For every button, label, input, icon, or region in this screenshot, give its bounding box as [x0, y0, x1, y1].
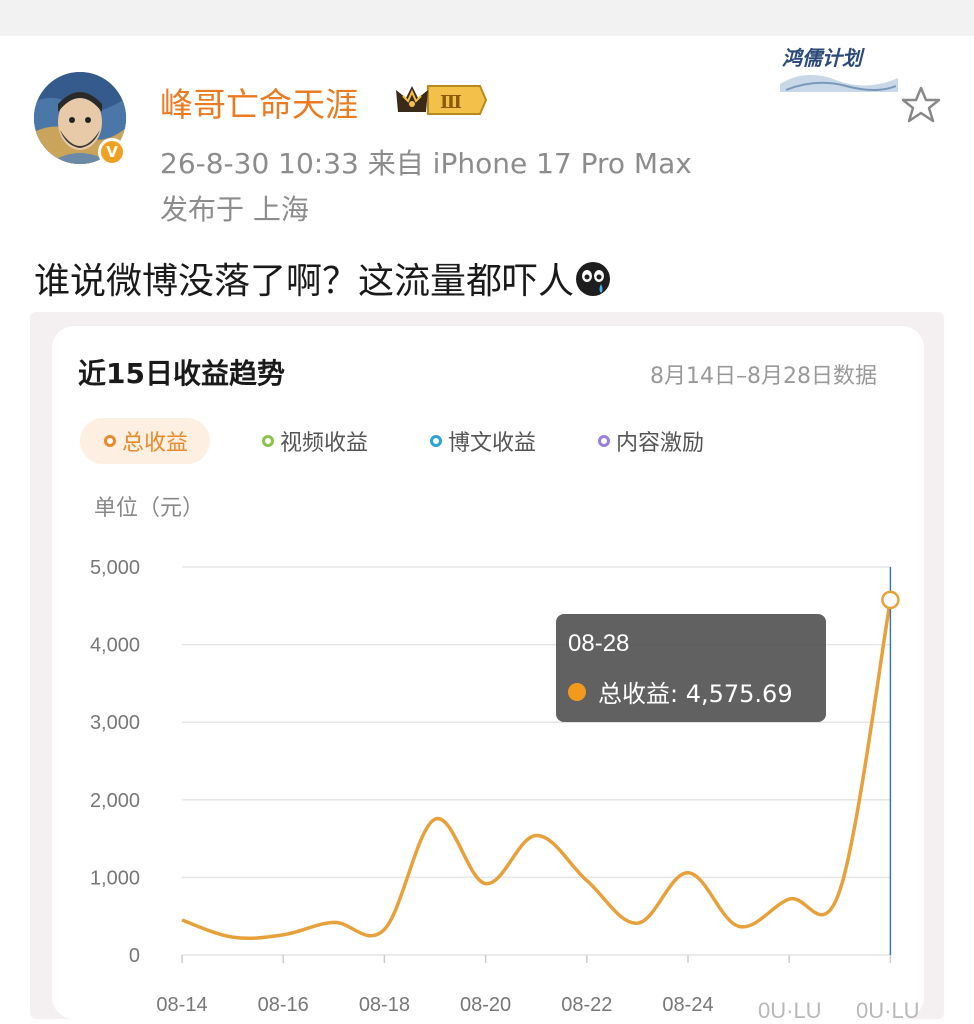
x-tick-label: 08-24: [662, 994, 713, 1016]
y-tick-label: 1,000: [90, 867, 140, 889]
x-tick-label: 08-18: [359, 994, 410, 1016]
revenue-line-chart: 0 1,000 2,000 3,000 4,000 5,000 08-14 08-16 08-1…: [90, 557, 900, 1016]
y-tick-label: 3,000: [90, 712, 140, 734]
y-tick-label: 5,000: [90, 557, 140, 579]
y-tick-label: 4,000: [90, 635, 140, 657]
y-tick-label: 0: [129, 945, 140, 967]
x-tick-label: 08-20: [460, 994, 511, 1016]
tooltip-date: 08-28: [568, 630, 630, 657]
highlight-point: [881, 590, 900, 610]
chart-tooltip: 08-28 总收益: 4,575.69: [556, 614, 826, 722]
tooltip-value: 总收益: 4,575.69: [598, 680, 793, 708]
tooltip-row: 总收益: 4,575.69: [568, 674, 793, 709]
y-tick-label: 2,000: [90, 790, 140, 812]
x-tick-label: 08-16: [258, 994, 309, 1016]
x-tick-label: 08-22: [561, 994, 612, 1016]
tooltip-series-dot-icon: [568, 682, 586, 701]
watermark-fragment: 0U·LU: [758, 998, 822, 1023]
watermark-fragment: 0U·LU: [856, 998, 920, 1023]
x-tick-label: 08-14: [156, 994, 207, 1016]
